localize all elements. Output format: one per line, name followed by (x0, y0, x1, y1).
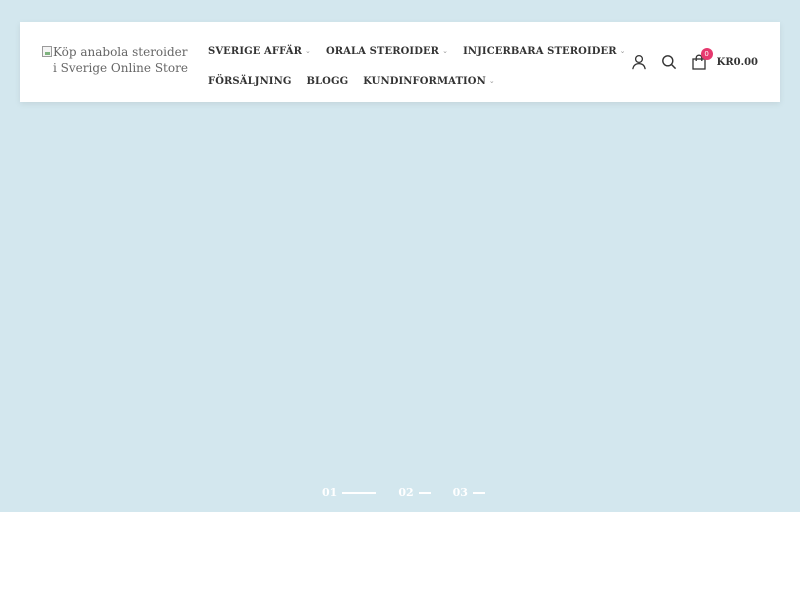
broken-image-icon (42, 46, 52, 57)
slider-page-2[interactable]: 02 (398, 486, 431, 499)
nav-item-label: SVERIGE AFFÄR (208, 45, 302, 57)
cart-count-badge: 0 (700, 48, 713, 60)
nav-item-forsaljning[interactable]: FÖRSÄLJNING (208, 76, 291, 87)
chevron-down-icon: ⌄ (488, 77, 495, 85)
logo-alt-text: Köp anabola steroider i Sverige Online S… (53, 45, 188, 75)
site-logo-link[interactable]: Köp anabola steroider i Sverige Online S… (42, 44, 192, 76)
slider-page-line (472, 491, 485, 494)
nav-item-injicerbara-steroider[interactable]: INJICERBARA STEROIDER ⌄ (463, 46, 626, 57)
chevron-down-icon: ⌄ (304, 47, 311, 55)
slider-pagination: 01 02 03 (322, 486, 507, 499)
cart-button[interactable]: 0 KR0.00 (691, 48, 758, 70)
slider-page-3[interactable]: 03 (453, 486, 485, 499)
chevron-down-icon: ⌄ (442, 47, 449, 55)
nav-item-orala-steroider[interactable]: ORALA STEROIDER ⌄ (326, 46, 448, 57)
slider-page-number: 01 (322, 486, 338, 499)
nav-item-sverige-affar[interactable]: SVERIGE AFFÄR ⌄ (208, 46, 311, 57)
chevron-down-icon: ⌄ (619, 47, 626, 55)
nav-item-label: KUNDINFORMATION (363, 75, 486, 87)
main-navigation: SVERIGE AFFÄR ⌄ ORALA STEROIDER ⌄ INJICE… (208, 36, 626, 96)
slider-page-line (342, 491, 377, 494)
site-header: Köp anabola steroider i Sverige Online S… (20, 22, 780, 102)
nav-row-1: SVERIGE AFFÄR ⌄ ORALA STEROIDER ⌄ INJICE… (208, 36, 626, 66)
nav-item-kundinformation[interactable]: KUNDINFORMATION ⌄ (363, 76, 495, 87)
search-icon (661, 55, 676, 70)
slider-page-line (418, 491, 431, 494)
account-button[interactable] (631, 54, 647, 70)
slider-page-1[interactable]: 01 (322, 486, 377, 499)
cart-total: KR0.00 (716, 56, 758, 68)
user-icon (631, 54, 646, 70)
nav-row-2: FÖRSÄLJNING BLOGG KUNDINFORMATION ⌄ (208, 66, 608, 96)
slider-page-number: 02 (398, 486, 414, 499)
search-button[interactable] (661, 54, 677, 70)
header-tools: 0 KR0.00 (631, 48, 758, 72)
nav-item-label: ORALA STEROIDER (325, 45, 440, 57)
nav-item-label: FÖRSÄLJNING (208, 75, 292, 87)
nav-item-label: INJICERBARA STEROIDER (463, 45, 617, 57)
nav-item-label: BLOGG (306, 75, 349, 87)
slider-page-number: 03 (452, 486, 468, 499)
nav-item-blogg[interactable]: BLOGG (306, 76, 348, 87)
